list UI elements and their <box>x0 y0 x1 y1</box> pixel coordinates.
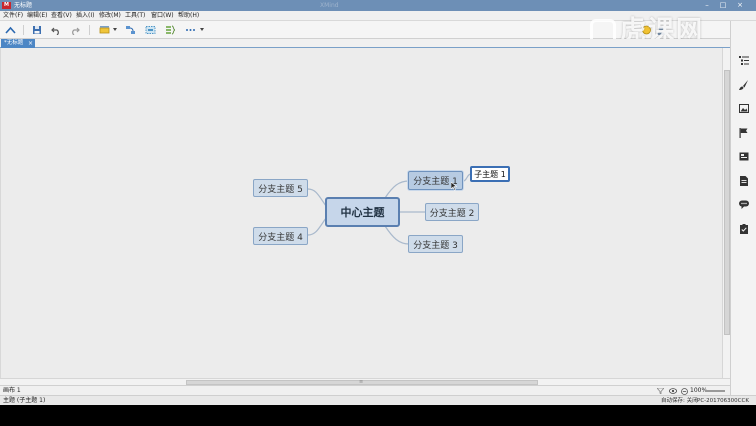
maximize-icon[interactable]: □ <box>716 1 730 10</box>
zoom-out-icon[interactable] <box>680 387 688 395</box>
more-icon[interactable] <box>184 24 196 36</box>
title-bar: M 无标题 XMind – □ × <box>0 0 756 11</box>
zoom-slider[interactable] <box>705 390 725 392</box>
connector-branch-5 <box>307 188 327 207</box>
document-tab-bar: *无标题 × <box>0 39 730 48</box>
branch-topic-3[interactable]: 分支主题 3 <box>408 235 463 253</box>
topic-style-dropdown-icon[interactable] <box>113 28 117 31</box>
menu-edit[interactable]: 编辑(E) <box>27 12 47 20</box>
format-brush-icon[interactable] <box>738 79 749 90</box>
tab-close-icon[interactable]: × <box>28 39 33 48</box>
menu-file[interactable]: 文件(F) <box>3 12 23 20</box>
menu-modify[interactable]: 修改(M) <box>99 12 121 20</box>
mindmap-canvas[interactable]: 中心主题 分支主题 1 分支主题 2 分支主题 3 分支主题 4 分支主题 5 … <box>0 48 722 378</box>
vertical-scrollbar[interactable] <box>722 48 730 378</box>
more-dropdown-icon[interactable] <box>200 28 204 31</box>
tab-untitled[interactable]: *无标题 × <box>1 39 35 48</box>
outline-panel-icon[interactable] <box>738 55 749 66</box>
connector-branch-3 <box>384 225 410 245</box>
app-logo-icon: M <box>2 2 11 9</box>
view-eye-icon[interactable] <box>669 387 677 395</box>
tab-label: *无标题 <box>4 40 24 46</box>
marker-flag-icon[interactable] <box>738 127 749 138</box>
horizontal-scrollbar[interactable]: ≡ <box>0 378 730 385</box>
redo-icon[interactable] <box>69 24 81 36</box>
boundary-icon[interactable] <box>144 24 156 36</box>
status-bar: 画布 1 100% <box>0 385 730 395</box>
info-bar: 主题 (子主题 1) 自动保存: 关闭 PC-201706300CCK <box>0 395 756 405</box>
window-title: 无标题 <box>14 2 33 9</box>
minimize-icon[interactable]: – <box>700 1 714 10</box>
branch-topic-2[interactable]: 分支主题 2 <box>425 203 479 221</box>
central-topic[interactable]: 中心主题 <box>325 197 400 227</box>
right-sidebar <box>730 21 756 395</box>
topic-style-icon[interactable] <box>98 24 110 36</box>
close-window-icon[interactable]: × <box>733 1 747 10</box>
image-panel-icon[interactable] <box>738 103 749 114</box>
home-icon[interactable] <box>4 24 16 36</box>
notes-panel-icon[interactable] <box>738 175 749 186</box>
os-taskbar <box>0 405 756 426</box>
undo-icon[interactable] <box>50 24 62 36</box>
menu-insert[interactable]: 插入(I) <box>76 12 94 20</box>
summary-icon[interactable] <box>164 24 176 36</box>
menu-view[interactable]: 查看(V) <box>51 12 72 20</box>
branch-topic-5[interactable]: 分支主题 5 <box>253 179 308 197</box>
connector-branch-1 <box>384 180 410 199</box>
clipart-panel-icon[interactable] <box>738 151 749 162</box>
branch-topic-4[interactable]: 分支主题 4 <box>253 227 308 245</box>
menu-window[interactable]: 窗口(W) <box>151 12 174 20</box>
menu-help[interactable]: 帮助(H) <box>178 12 199 20</box>
save-icon[interactable] <box>31 24 43 36</box>
menu-tools[interactable]: 工具(T) <box>125 12 145 20</box>
window-title-app: XMind <box>320 2 339 9</box>
relationship-icon[interactable] <box>124 24 136 36</box>
filter-icon[interactable] <box>656 387 664 395</box>
comments-panel-icon[interactable] <box>738 199 749 210</box>
connector-branch-4 <box>307 217 327 236</box>
task-panel-icon[interactable] <box>738 223 749 234</box>
subtopic-1[interactable]: 子主题 1 <box>470 166 510 182</box>
